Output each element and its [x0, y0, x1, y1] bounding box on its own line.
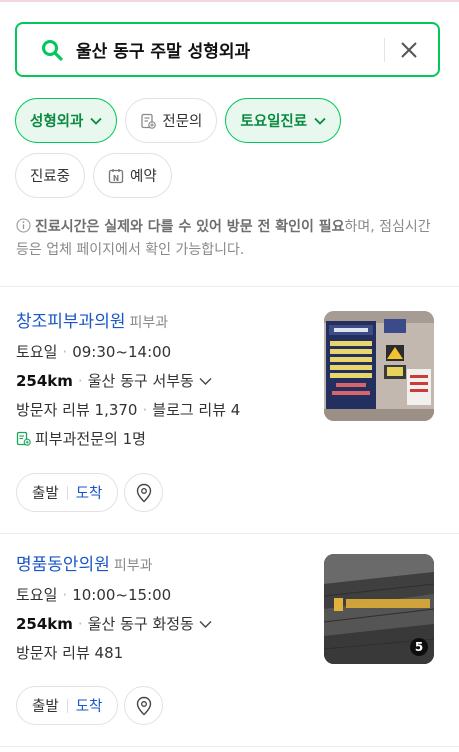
- chip-label: 토요일진료: [240, 114, 308, 130]
- open-hours: 10:00~15:00: [72, 586, 172, 604]
- address: 울산 동구 화정동: [87, 615, 194, 633]
- place-photo[interactable]: [324, 311, 434, 421]
- filter-chip-saturday[interactable]: 토요일진료: [225, 98, 342, 143]
- address: 울산 동구 서부동: [87, 372, 194, 390]
- place-photo[interactable]: 5: [324, 554, 434, 664]
- visitor-reviews: 방문자 리뷰 1,370: [16, 401, 138, 419]
- hours-notice: 진료시간은 실제와 다를 수 있어 방문 전 확인이 필요하며, 점심시간 등은…: [16, 216, 441, 262]
- chip-label: 예약: [130, 169, 157, 185]
- result-divider: [0, 746, 459, 747]
- chip-label: 성형외과: [30, 114, 84, 130]
- chevron-down-icon: [90, 117, 103, 125]
- info-icon: [16, 218, 31, 233]
- clinic-sign-photo: [324, 311, 434, 421]
- search-bar[interactable]: 울산 동구 주말 성형외과: [15, 22, 440, 77]
- map-pin-icon: [136, 696, 152, 715]
- place-category: 피부과: [129, 315, 169, 331]
- top-divider: [0, 0, 459, 2]
- open-day: 토요일: [16, 343, 58, 361]
- svg-text:N: N: [113, 174, 119, 183]
- result-actions: 출발 도착: [16, 686, 164, 725]
- chip-label: 전문의: [162, 114, 203, 130]
- map-pin-button[interactable]: [124, 686, 164, 725]
- specialist-count: 피부과전문의 1명: [35, 430, 146, 448]
- result-divider: [0, 533, 459, 534]
- chevron-down-icon: [199, 378, 212, 385]
- route-button[interactable]: 출발 도착: [16, 473, 119, 512]
- depart-button[interactable]: 출발: [32, 695, 59, 716]
- distance: 254km: [16, 372, 73, 390]
- visitor-reviews: 방문자 리뷰 481: [16, 644, 124, 662]
- filter-chip-open-now[interactable]: 진료중: [15, 153, 86, 198]
- arrive-button[interactable]: 도착: [76, 482, 103, 503]
- map-pin-button[interactable]: [124, 473, 164, 512]
- blog-reviews: 블로그 리뷰 4: [152, 401, 241, 419]
- photo-count-badge: 5: [410, 638, 428, 656]
- certified-doctor-icon: [141, 113, 157, 129]
- chip-label: 진료중: [30, 169, 71, 185]
- place-category: 피부과: [113, 558, 153, 574]
- certified-doctor-icon: [16, 431, 31, 446]
- distance: 254km: [16, 615, 73, 633]
- filter-chip-plastic-surgery[interactable]: 성형외과: [15, 98, 118, 143]
- naver-booking-icon: N: [108, 168, 124, 183]
- chevron-down-icon: [199, 621, 212, 628]
- depart-button[interactable]: 출발: [32, 482, 59, 503]
- search-icon: [42, 39, 63, 61]
- clear-search-icon[interactable]: [399, 40, 419, 60]
- map-pin-icon: [136, 483, 152, 502]
- section-divider: [0, 286, 459, 287]
- open-hours: 09:30~14:00: [72, 343, 172, 361]
- route-button[interactable]: 출발 도착: [16, 686, 119, 725]
- filter-chips-row-1: 성형외과 전문의 토요일진료: [15, 98, 445, 143]
- place-name-link[interactable]: 창조피부과의원: [16, 312, 125, 332]
- open-day: 토요일: [16, 586, 58, 604]
- chevron-down-icon: [314, 117, 326, 125]
- specialist-line: 피부과전문의 1명: [16, 425, 436, 454]
- filter-chip-booking[interactable]: N 예약: [93, 153, 172, 198]
- filter-chips-row-2: 진료중 N 예약: [15, 153, 445, 198]
- search-divider: [384, 37, 385, 62]
- filter-chip-specialist[interactable]: 전문의: [125, 98, 218, 143]
- search-input[interactable]: 울산 동구 주말 성형외과: [76, 37, 384, 62]
- arrive-button[interactable]: 도착: [76, 695, 103, 716]
- place-name-link[interactable]: 명품동안의원: [16, 555, 110, 575]
- notice-bold-text: 진료시간은 실제와 다를 수 있어 방문 전 확인이 필요: [35, 219, 345, 235]
- result-actions: 출발 도착: [16, 473, 164, 512]
